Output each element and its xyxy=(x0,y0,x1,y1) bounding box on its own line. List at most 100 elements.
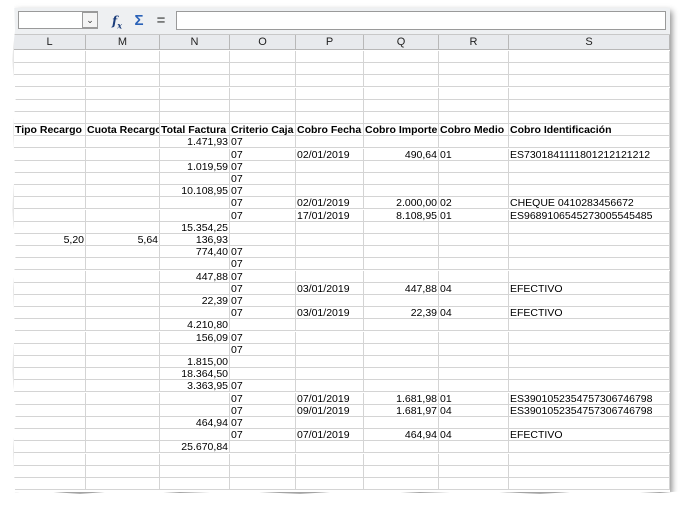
table-cell[interactable]: 5,20 xyxy=(14,234,86,246)
table-cell[interactable] xyxy=(14,404,86,417)
table-cell[interactable] xyxy=(14,429,86,442)
table-cell[interactable] xyxy=(439,160,509,173)
table-cell[interactable]: 22,39 xyxy=(364,307,439,320)
table-cell[interactable] xyxy=(14,478,86,490)
table-cell[interactable] xyxy=(230,75,296,88)
table-cell[interactable]: 09/01/2019 xyxy=(296,404,364,417)
table-cell[interactable]: 07 xyxy=(230,209,296,222)
table-cell[interactable] xyxy=(509,185,670,198)
table-cell[interactable] xyxy=(160,343,230,356)
table-cell[interactable]: 1.681,98 xyxy=(364,392,439,405)
table-cell[interactable] xyxy=(439,295,509,307)
table-cell[interactable] xyxy=(439,75,509,88)
table-cell[interactable] xyxy=(230,234,296,246)
table-cell[interactable] xyxy=(364,173,439,185)
table-cell[interactable] xyxy=(230,51,296,63)
table-cell[interactable] xyxy=(86,99,160,112)
table-cell[interactable] xyxy=(86,63,160,76)
table-cell[interactable] xyxy=(86,87,160,100)
table-cell[interactable] xyxy=(86,343,160,356)
table-cell[interactable]: 01 xyxy=(439,392,509,405)
table-cell[interactable]: 07 xyxy=(230,429,296,442)
table-cell[interactable] xyxy=(509,478,670,490)
table-cell[interactable] xyxy=(86,246,160,259)
table-cell[interactable]: 1.471,93 xyxy=(160,136,230,149)
table-cell[interactable] xyxy=(296,185,364,198)
table-cell[interactable] xyxy=(230,453,296,466)
table-cell[interactable] xyxy=(439,246,509,259)
table-cell[interactable]: 07 xyxy=(230,270,296,283)
header-cell[interactable]: Criterio Caja xyxy=(230,124,296,137)
table-cell[interactable] xyxy=(296,465,364,478)
table-cell[interactable]: 07 xyxy=(230,173,296,185)
table-cell[interactable] xyxy=(230,87,296,100)
table-cell[interactable] xyxy=(14,87,86,100)
table-cell[interactable] xyxy=(439,343,509,356)
table-cell[interactable]: 02/01/2019 xyxy=(296,197,364,210)
table-cell[interactable]: 07 xyxy=(230,258,296,271)
table-cell[interactable] xyxy=(86,221,160,234)
table-cell[interactable] xyxy=(364,441,439,454)
table-cell[interactable] xyxy=(86,392,160,405)
table-cell[interactable]: 07/01/2019 xyxy=(296,429,364,442)
table-cell[interactable] xyxy=(364,356,439,368)
table-cell[interactable] xyxy=(14,148,86,161)
table-cell[interactable] xyxy=(296,173,364,185)
table-cell[interactable] xyxy=(160,197,230,210)
table-cell[interactable]: 07 xyxy=(230,136,296,149)
table-cell[interactable] xyxy=(439,234,509,246)
table-cell[interactable] xyxy=(86,417,160,429)
table-cell[interactable] xyxy=(14,246,86,259)
table-cell[interactable] xyxy=(14,356,86,368)
table-cell[interactable]: 07 xyxy=(230,331,296,344)
table-cell[interactable] xyxy=(296,453,364,466)
table-cell[interactable] xyxy=(296,343,364,356)
table-cell[interactable] xyxy=(296,221,364,234)
table-cell[interactable] xyxy=(296,99,364,112)
table-cell[interactable] xyxy=(364,380,439,393)
table-cell[interactable]: 01 xyxy=(439,209,509,222)
table-cell[interactable]: 04 xyxy=(439,429,509,442)
table-cell[interactable] xyxy=(439,221,509,234)
table-cell[interactable] xyxy=(230,441,296,454)
table-cell[interactable] xyxy=(14,209,86,222)
table-cell[interactable] xyxy=(14,380,86,393)
table-cell[interactable]: 01 xyxy=(439,148,509,161)
table-cell[interactable]: 17/01/2019 xyxy=(296,209,364,222)
table-cell[interactable] xyxy=(230,478,296,490)
column-header-r[interactable]: R xyxy=(439,35,509,50)
table-cell[interactable] xyxy=(230,112,296,124)
table-cell[interactable] xyxy=(86,173,160,185)
table-cell[interactable] xyxy=(364,478,439,490)
table-cell[interactable] xyxy=(509,63,670,76)
table-cell[interactable]: 07 xyxy=(230,282,296,295)
equals-icon[interactable]: = xyxy=(152,12,170,30)
name-box-dropdown[interactable]: ⌄ xyxy=(82,12,98,28)
header-cell[interactable]: Cuota Recargo xyxy=(86,124,160,137)
table-cell[interactable]: 15.354,25 xyxy=(160,221,230,234)
table-cell[interactable] xyxy=(86,270,160,283)
table-cell[interactable] xyxy=(296,75,364,88)
table-cell[interactable]: 774,40 xyxy=(160,246,230,259)
table-cell[interactable] xyxy=(296,63,364,76)
table-cell[interactable]: 136,93 xyxy=(160,234,230,246)
table-cell[interactable] xyxy=(439,185,509,198)
table-cell[interactable] xyxy=(14,368,86,381)
table-cell[interactable] xyxy=(364,136,439,149)
table-cell[interactable] xyxy=(296,331,364,344)
table-cell[interactable] xyxy=(296,356,364,368)
table-cell[interactable] xyxy=(364,99,439,112)
table-cell[interactable] xyxy=(296,136,364,149)
table-cell[interactable] xyxy=(296,160,364,173)
table-cell[interactable] xyxy=(14,307,86,320)
table-cell[interactable] xyxy=(160,478,230,490)
table-cell[interactable] xyxy=(86,453,160,466)
table-cell[interactable] xyxy=(439,356,509,368)
table-cell[interactable] xyxy=(86,185,160,198)
table-cell[interactable] xyxy=(14,465,86,478)
table-cell[interactable] xyxy=(160,258,230,271)
table-cell[interactable] xyxy=(509,331,670,344)
table-cell[interactable]: 4.210,80 xyxy=(160,319,230,332)
table-cell[interactable] xyxy=(86,319,160,332)
table-cell[interactable] xyxy=(364,75,439,88)
